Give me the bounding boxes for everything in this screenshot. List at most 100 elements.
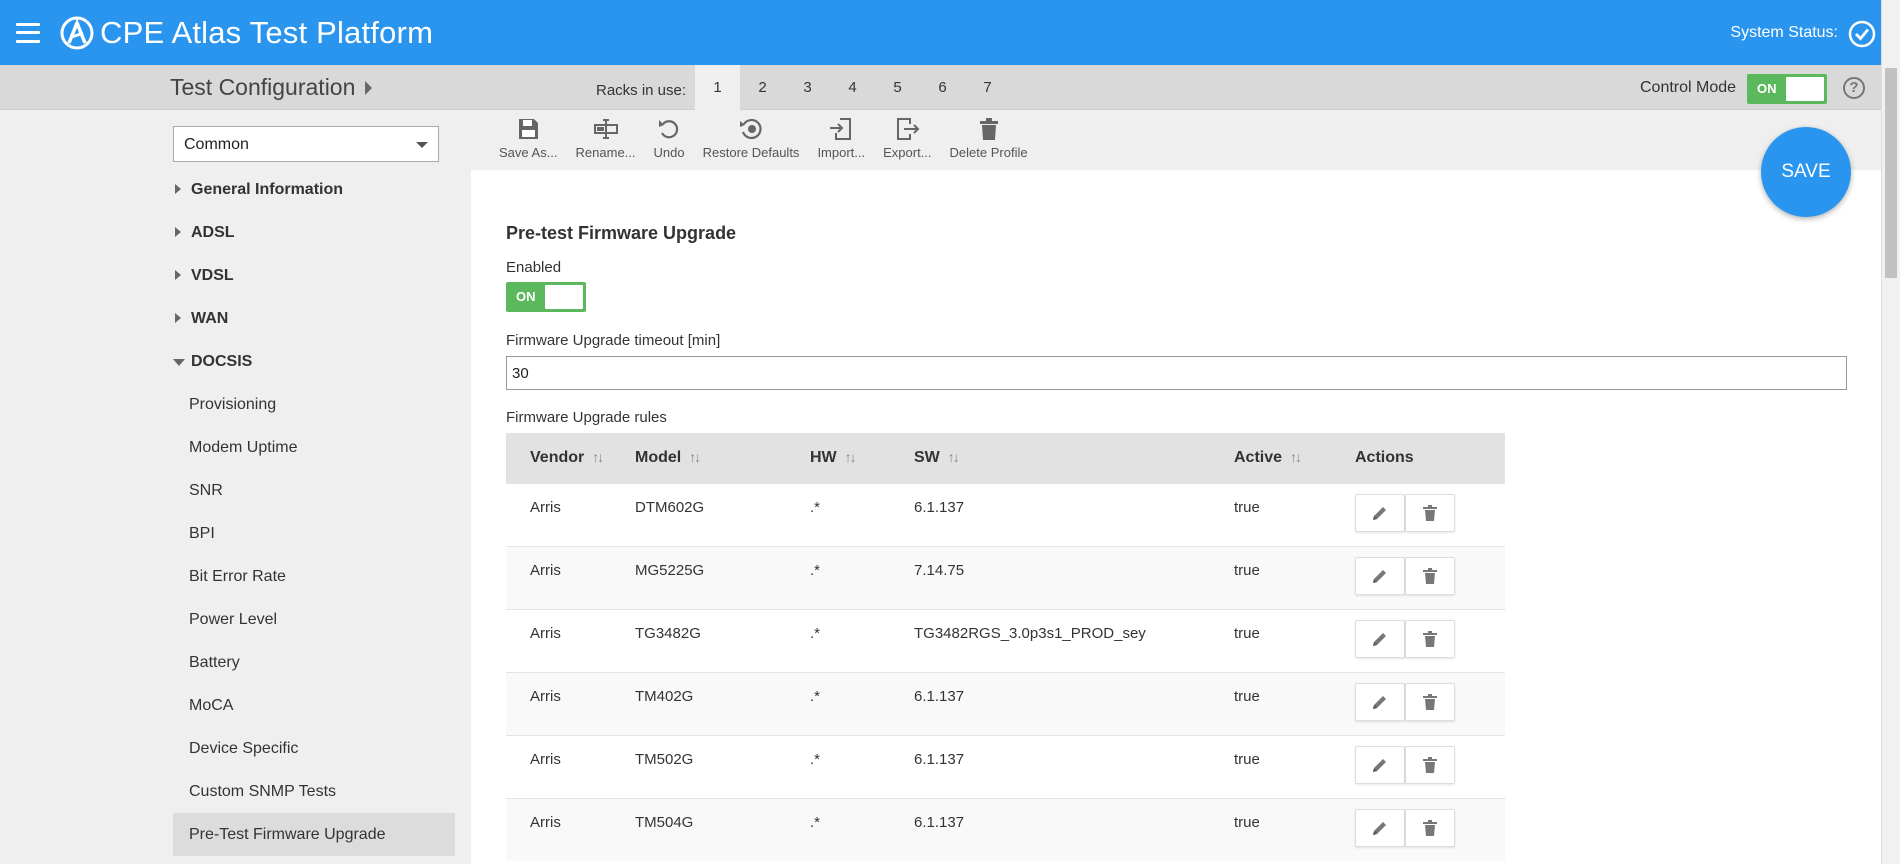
cell-active: true — [1234, 688, 1260, 705]
trash-icon — [1423, 757, 1437, 773]
page-title-text: Test Configuration — [170, 74, 356, 100]
delete-profile-button[interactable]: Delete Profile — [941, 116, 1037, 160]
enabled-toggle[interactable]: ON — [506, 282, 586, 312]
rack-tab-2[interactable]: 2 — [740, 65, 785, 110]
cell-actions — [1355, 809, 1505, 847]
cell-hw: .* — [810, 499, 821, 516]
import-button[interactable]: Import... — [808, 116, 874, 160]
edit-rule-button[interactable] — [1355, 809, 1405, 847]
cell-hw: .* — [810, 625, 821, 642]
enabled-toggle-label: ON — [516, 289, 536, 304]
restore-defaults-button[interactable]: Restore Defaults — [694, 116, 809, 160]
cell-vendor: Arris — [530, 814, 561, 831]
cell-sw: 7.14.75 — [914, 562, 965, 579]
rules-label: Firmware Upgrade rules — [506, 409, 667, 426]
check-circle-icon[interactable] — [1848, 20, 1876, 48]
sidebar-item-provisioning[interactable]: Provisioning — [173, 383, 455, 426]
caret-down-icon — [173, 358, 185, 366]
table-row: Arris TM402G .* 6.1.137 true — [506, 672, 1505, 735]
sort-icon: ↑↓ — [592, 449, 604, 465]
rack-tab-3[interactable]: 3 — [785, 65, 830, 110]
trash-icon — [979, 118, 998, 140]
cell-model: TM504G — [635, 814, 694, 831]
pencil-icon — [1373, 507, 1386, 520]
sub-header-bar: Test Configuration Racks in use: 1 2 3 4… — [0, 65, 1881, 110]
save-as-button[interactable]: Save As... — [490, 116, 567, 160]
table-header: Vendor ↑↓ Model ↑↓ HW ↑↓ SW ↑↓ Active ↑↓ Acti… — [506, 433, 1505, 483]
sidebar-group-wan[interactable]: WAN — [173, 297, 455, 340]
rack-tab-1[interactable]: 1 — [695, 65, 740, 110]
delete-rule-button[interactable] — [1405, 620, 1455, 658]
cell-active: true — [1234, 562, 1260, 579]
rack-tab-5[interactable]: 5 — [875, 65, 920, 110]
page-title[interactable]: Test Configuration — [170, 74, 373, 101]
trash-icon — [1423, 505, 1437, 521]
table-row: Arris TM502G .* 6.1.137 true — [506, 735, 1505, 798]
chevron-down-icon — [416, 142, 428, 148]
column-label: Actions — [1355, 449, 1414, 466]
sidebar-item-power-level[interactable]: Power Level — [173, 598, 455, 641]
edit-rule-button[interactable] — [1355, 494, 1405, 532]
sidebar-group-label: ADSL — [191, 223, 235, 241]
sidebar-group-adsl[interactable]: ADSL — [173, 211, 455, 254]
sidebar-group-vdsl[interactable]: VDSL — [173, 254, 455, 297]
delete-rule-button[interactable] — [1405, 494, 1455, 532]
sidebar-item-bpi[interactable]: BPI — [173, 512, 455, 555]
import-icon — [830, 118, 852, 140]
page-scrollbar[interactable] — [1881, 0, 1900, 864]
cell-hw: .* — [810, 814, 821, 831]
cell-sw: TG3482RGS_3.0p3s1_PROD_sey — [914, 625, 1146, 642]
sidebar-group-general-information[interactable]: General Information — [173, 168, 455, 211]
profile-select[interactable]: Common — [173, 126, 439, 162]
profile-toolbar: Save As... Rename... Undo Restore Defaul… — [490, 116, 1037, 160]
scrollbar-thumb[interactable] — [1885, 68, 1897, 278]
help-icon[interactable]: ? — [1843, 77, 1865, 99]
edit-rule-button[interactable] — [1355, 683, 1405, 721]
cell-vendor: Arris — [530, 688, 561, 705]
hamburger-icon[interactable] — [16, 22, 40, 43]
cell-sw: 6.1.137 — [914, 751, 965, 768]
edit-rule-button[interactable] — [1355, 620, 1405, 658]
delete-rule-button[interactable] — [1405, 683, 1455, 721]
sidebar-item-battery[interactable]: Battery — [173, 641, 455, 684]
column-label: Vendor — [530, 449, 585, 466]
timeout-input[interactable] — [506, 356, 1847, 390]
sidebar-item-device-specific[interactable]: Device Specific — [173, 727, 455, 770]
column-header-hw[interactable]: HW ↑↓ — [810, 449, 914, 467]
sidebar-group-label: DOCSIS — [191, 352, 253, 370]
edit-rule-button[interactable] — [1355, 746, 1405, 784]
cell-active: true — [1234, 499, 1260, 516]
rack-tab-4[interactable]: 4 — [830, 65, 875, 110]
cell-active: true — [1234, 625, 1260, 642]
edit-rule-button[interactable] — [1355, 557, 1405, 595]
sidebar-group-docsis[interactable]: DOCSIS — [173, 340, 455, 383]
delete-rule-button[interactable] — [1405, 557, 1455, 595]
undo-button[interactable]: Undo — [645, 116, 694, 160]
column-header-vendor[interactable]: Vendor ↑↓ — [506, 449, 635, 467]
delete-rule-button[interactable] — [1405, 809, 1455, 847]
cell-actions — [1355, 620, 1505, 658]
column-header-active[interactable]: Active ↑↓ — [1234, 449, 1355, 467]
toggle-knob — [1786, 77, 1824, 101]
cell-sw: 6.1.137 — [914, 814, 965, 831]
sidebar-item-custom-snmp-tests[interactable]: Custom SNMP Tests — [173, 770, 455, 813]
pencil-icon — [1373, 570, 1386, 583]
export-button[interactable]: Export... — [874, 116, 940, 160]
delete-profile-label: Delete Profile — [949, 145, 1028, 160]
sidebar-group-label: VDSL — [191, 266, 234, 284]
control-mode-toggle[interactable]: ON — [1747, 74, 1827, 104]
rename-button[interactable]: Rename... — [567, 116, 645, 160]
delete-rule-button[interactable] — [1405, 746, 1455, 784]
sidebar-item-bit-error-rate[interactable]: Bit Error Rate — [173, 555, 455, 598]
sidebar-item-snr[interactable]: SNR — [173, 469, 455, 512]
rack-tab-6[interactable]: 6 — [920, 65, 965, 110]
rack-tab-7[interactable]: 7 — [965, 65, 1010, 110]
save-button[interactable]: SAVE — [1761, 127, 1851, 217]
column-header-model[interactable]: Model ↑↓ — [635, 449, 810, 467]
sidebar-item-moca[interactable]: MoCA — [173, 684, 455, 727]
sidebar-item-modem-uptime[interactable]: Modem Uptime — [173, 426, 455, 469]
trash-icon — [1423, 820, 1437, 836]
column-header-sw[interactable]: SW ↑↓ — [914, 449, 1234, 467]
cell-model: TM502G — [635, 751, 694, 768]
sidebar-item-pre-test-firmware-upgrade[interactable]: Pre-Test Firmware Upgrade — [173, 813, 455, 856]
